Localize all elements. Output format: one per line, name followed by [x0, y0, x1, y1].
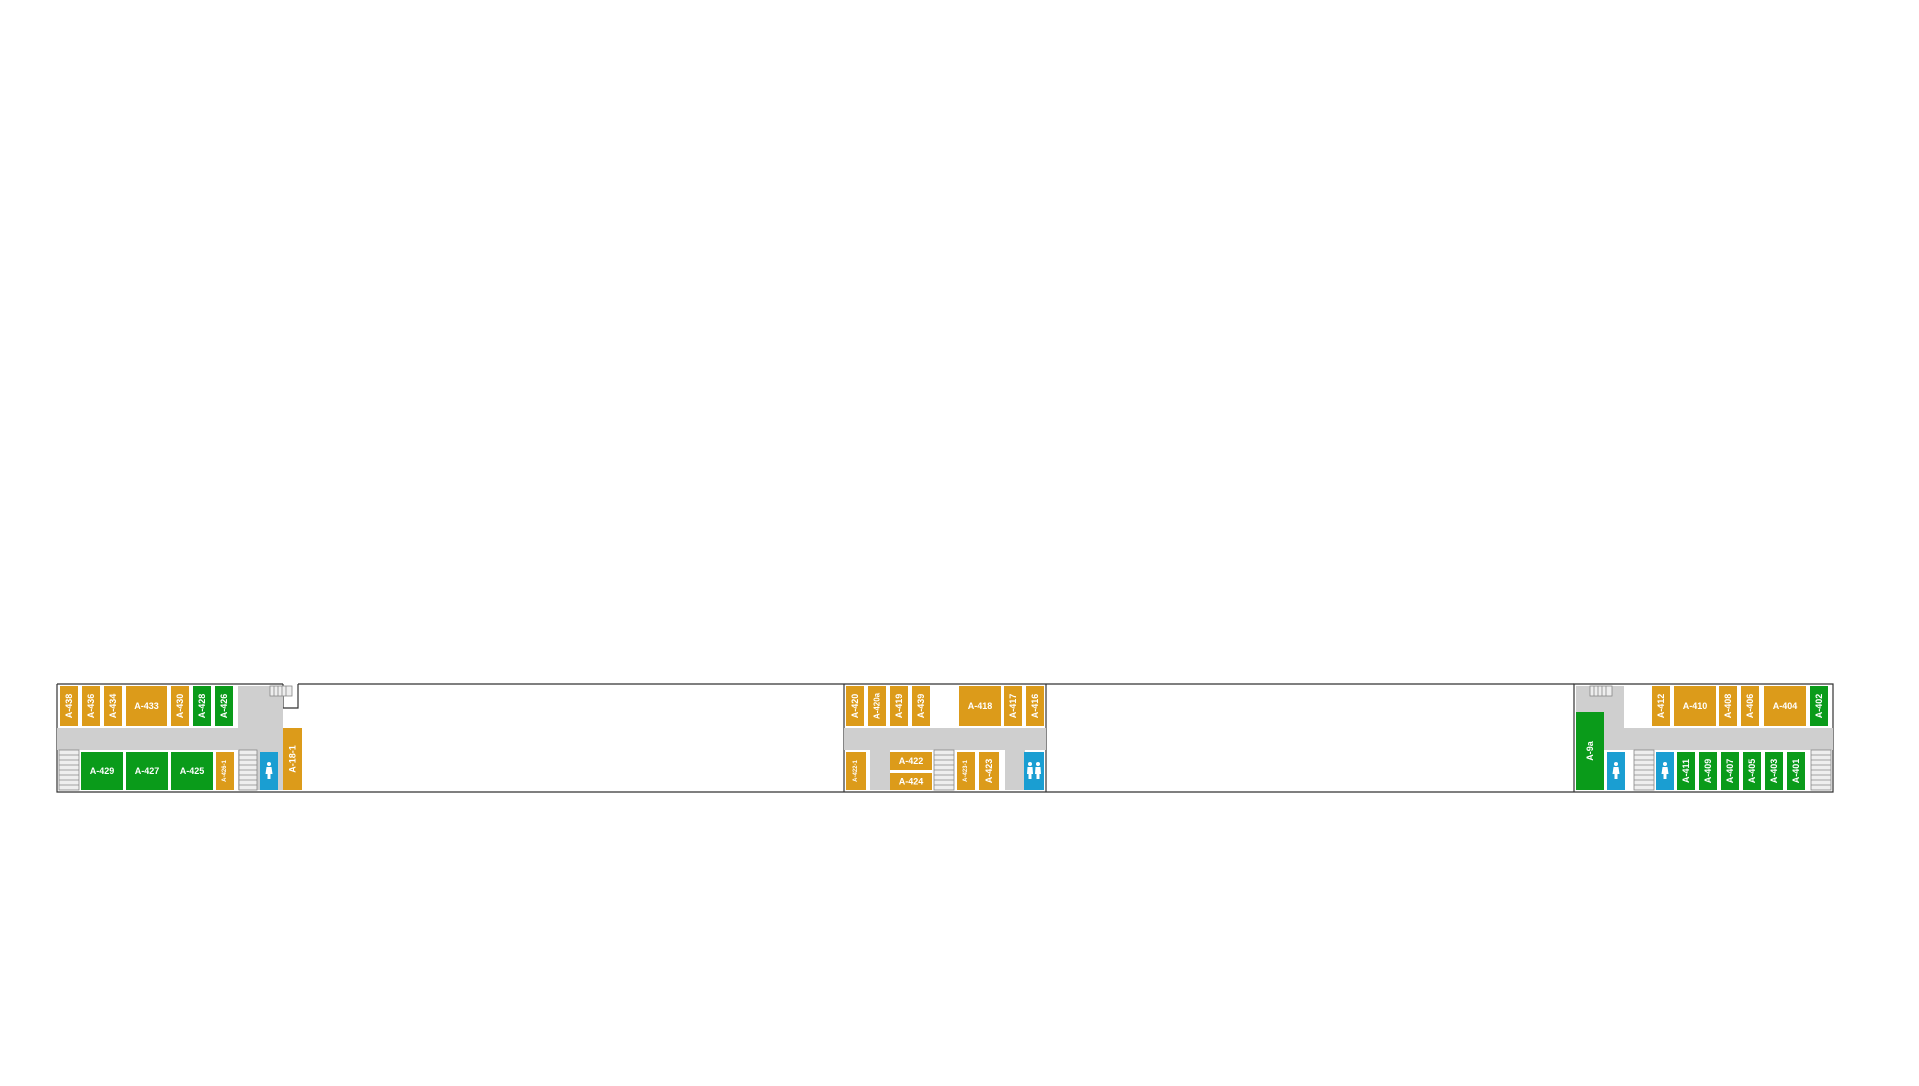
room-a411[interactable]: A-411 [1677, 752, 1695, 790]
room-label: A-412 [1656, 694, 1666, 719]
stair-center [933, 749, 955, 791]
room-label: A-407 [1725, 759, 1735, 784]
room-a427[interactable]: A-427 [126, 752, 168, 790]
room-a430[interactable]: A-430 [171, 686, 189, 726]
restroom-east-2[interactable] [1656, 752, 1674, 790]
room-label: A-403 [1769, 759, 1779, 784]
room-label: A-409 [1703, 759, 1713, 784]
room-label: A-420a [873, 692, 882, 719]
room-label: A-411 [1681, 759, 1691, 783]
room-a424[interactable]: A-424 [890, 773, 932, 790]
corridor-center-stub-2 [1005, 750, 1025, 790]
restroom-east-1[interactable] [1607, 752, 1625, 790]
room-label: A-417 [1008, 694, 1018, 719]
room-label: A-424 [899, 777, 924, 787]
room-a426[interactable]: A-426 [215, 686, 233, 726]
stair-west-2 [238, 749, 258, 791]
room-a407[interactable]: A-407 [1721, 752, 1739, 790]
room-a438[interactable]: A-438 [60, 686, 78, 726]
restroom-center[interactable] [1024, 752, 1044, 790]
room-a419[interactable]: A-419 [890, 686, 908, 726]
room-label: A-433 [134, 701, 159, 711]
room-label: A-438 [64, 694, 74, 719]
room-a425[interactable]: A-425 [171, 752, 213, 790]
room-a420a[interactable]: A-420a [868, 686, 886, 726]
room-a417[interactable]: A-417 [1004, 686, 1022, 726]
room-label: A-405 [1747, 759, 1757, 784]
room-a418[interactable]: A-418 [959, 686, 1001, 726]
room-label: A-439 [916, 694, 926, 719]
stair-east-2 [1810, 749, 1832, 791]
room-label: A-406 [1745, 694, 1755, 719]
room-a420[interactable]: A-420 [846, 686, 864, 726]
stair-east-1 [1633, 749, 1655, 791]
stair-west-1 [58, 749, 80, 791]
room-a403[interactable]: A-403 [1765, 752, 1783, 790]
room-a434[interactable]: A-434 [104, 686, 122, 726]
room-label: A-410 [1683, 701, 1708, 711]
room-label: A-18-1 [288, 745, 298, 773]
room-label: A-427 [135, 766, 160, 776]
stair-west-top [269, 685, 293, 697]
room-label: A-408 [1723, 694, 1733, 719]
room-label: A-404 [1773, 701, 1798, 711]
room-label: A-423-1 [963, 760, 969, 782]
room-a423[interactable]: A-423 [979, 752, 999, 790]
room-label: A-423 [984, 759, 994, 784]
corridor-east [1576, 728, 1833, 750]
room-label: A-429 [90, 766, 115, 776]
room-a433[interactable]: A-433 [126, 686, 167, 726]
room-label: A-418 [968, 701, 993, 711]
room-a422-1[interactable]: A-422-1 [846, 752, 866, 790]
room-label: A-9a [1585, 740, 1595, 761]
room-label: A-416 [1030, 694, 1040, 719]
room-a416[interactable]: A-416 [1026, 686, 1044, 726]
room-a401[interactable]: A-401 [1787, 752, 1805, 790]
stair-east-top [1589, 685, 1613, 697]
room-a406[interactable]: A-406 [1741, 686, 1759, 726]
room-a436[interactable]: A-436 [82, 686, 100, 726]
room-label: A-425 [180, 766, 205, 776]
room-a423-1[interactable]: A-423-1 [957, 752, 975, 790]
room-a412[interactable]: A-412 [1652, 686, 1670, 726]
room-a18-1[interactable]: A-18-1 [283, 728, 302, 790]
room-label: A-426-1 [222, 760, 228, 782]
room-label: A-426 [219, 694, 229, 719]
room-a9a[interactable]: A-9a [1576, 712, 1604, 790]
restroom-west[interactable] [260, 752, 278, 790]
room-label: A-430 [175, 694, 185, 719]
room-label: A-422 [899, 756, 924, 766]
room-a408[interactable]: A-408 [1719, 686, 1737, 726]
room-a429[interactable]: A-429 [81, 752, 123, 790]
room-a404[interactable]: A-404 [1764, 686, 1806, 726]
room-label: A-402 [1814, 694, 1824, 719]
room-a422[interactable]: A-422 [890, 752, 932, 770]
room-a402[interactable]: A-402 [1810, 686, 1828, 726]
room-label: A-436 [86, 694, 96, 719]
room-label: A-422-1 [853, 760, 859, 782]
room-label: A-419 [894, 694, 904, 719]
room-a405[interactable]: A-405 [1743, 752, 1761, 790]
room-a428[interactable]: A-428 [193, 686, 211, 726]
room-label: A-420 [850, 694, 860, 719]
room-a439[interactable]: A-439 [912, 686, 930, 726]
room-a410[interactable]: A-410 [1674, 686, 1716, 726]
room-label: A-401 [1791, 759, 1801, 784]
floor-plan-map: A-438 A-436 A-434 A-433 A-430 A-428 A-42… [56, 683, 1834, 793]
room-label: A-434 [108, 694, 118, 719]
room-label: A-428 [197, 694, 207, 719]
corridor-center-stub [870, 750, 890, 790]
room-a409[interactable]: A-409 [1699, 752, 1717, 790]
corridor-center [844, 728, 1046, 750]
room-a426-1[interactable]: A-426-1 [216, 752, 234, 790]
